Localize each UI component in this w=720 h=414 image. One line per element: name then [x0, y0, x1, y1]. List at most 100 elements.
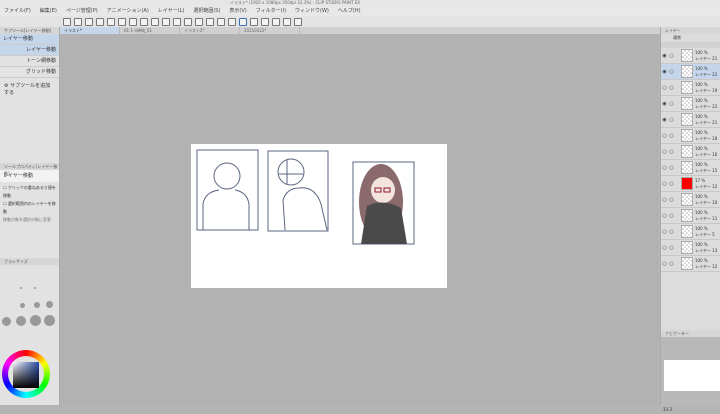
lock-toggle[interactable]: ○: [668, 245, 675, 251]
clear-icon[interactable]: [162, 17, 170, 26]
visibility-toggle[interactable]: ○: [661, 149, 668, 155]
lock-toggle[interactable]: ○: [668, 69, 675, 75]
subtool-group[interactable]: レイヤー移動: [0, 34, 59, 45]
visibility-toggle[interactable]: ○: [661, 229, 668, 235]
settings-icon[interactable]: [272, 17, 280, 26]
deselect-icon[interactable]: [206, 17, 214, 26]
undo-icon[interactable]: [140, 17, 148, 26]
lock-toggle[interactable]: ○: [668, 181, 675, 187]
layer-row[interactable]: ○ ○ 100 % レイヤー 18: [661, 128, 720, 144]
visibility-toggle[interactable]: ○: [661, 197, 668, 203]
layer-row[interactable]: ○ ○ 100 % レイヤー 13: [661, 240, 720, 256]
menu-window[interactable]: ウィンドウ(W): [295, 6, 329, 16]
color-picker-square[interactable]: [13, 362, 39, 388]
brush-size-grid[interactable]: [0, 265, 59, 343]
navigator-zoom[interactable]: 33.3: [661, 407, 720, 414]
crop-icon[interactable]: [195, 17, 203, 26]
subtool-tone-move[interactable]: トーン網移動: [0, 56, 59, 67]
canvas-paper[interactable]: [191, 144, 447, 288]
lock-toggle[interactable]: ○: [668, 117, 675, 123]
eye-icon[interactable]: ◉: [661, 69, 668, 75]
lock-toggle[interactable]: ○: [668, 149, 675, 155]
export-icon[interactable]: [107, 17, 115, 26]
tab-illustration2[interactable]: イラスト2*: [180, 27, 240, 34]
layer-row[interactable]: ○ ○ 100 % レイヤー 15: [661, 160, 720, 176]
export2-icon[interactable]: [118, 17, 126, 26]
subtool-layer-move[interactable]: レイヤー移動: [0, 45, 59, 56]
layer-row[interactable]: ○ ○ 100 % レイヤー 10: [661, 192, 720, 208]
border-icon[interactable]: [228, 17, 236, 26]
menu-view[interactable]: 表示(V): [229, 6, 246, 16]
layer-row[interactable]: ◉ ○ 100 % レイヤー 21: [661, 112, 720, 128]
layer-row[interactable]: ◉ ○ 100 % レイヤー 22: [661, 64, 720, 80]
layer-row[interactable]: ○ ○ 100 % レイヤー 12: [661, 256, 720, 272]
tab-20210322[interactable]: 20210322*: [240, 27, 300, 34]
visibility-toggle[interactable]: ○: [661, 245, 668, 251]
eye-icon[interactable]: ◉: [661, 53, 668, 59]
brush-dot[interactable]: [30, 315, 41, 326]
save-icon[interactable]: [96, 17, 104, 26]
brush-dot[interactable]: [44, 315, 55, 326]
option-target-change[interactable]: 移動対象を選択対象に変更: [3, 216, 56, 224]
layer-row[interactable]: ○ ○ 100 % レイヤー 11: [661, 208, 720, 224]
companion-icon[interactable]: [294, 17, 302, 26]
new-icon[interactable]: [74, 17, 82, 26]
lock-toggle[interactable]: ○: [668, 229, 675, 235]
blend-mode-select[interactable]: 通常: [661, 34, 720, 42]
visibility-toggle[interactable]: ○: [661, 181, 668, 187]
menu-file[interactable]: ファイル(F): [4, 6, 31, 16]
redo-icon[interactable]: [151, 17, 159, 26]
export3-icon[interactable]: [129, 17, 137, 26]
lock-toggle[interactable]: ○: [668, 133, 675, 139]
option-selection-move[interactable]: ☐ 選択範囲内のレイヤーを移動: [3, 200, 56, 216]
option-click-move[interactable]: ☐ クリックの重ねあるり値を移動: [3, 184, 56, 200]
menu-page[interactable]: ページ管理(P): [66, 6, 98, 16]
brush-dot[interactable]: [34, 287, 36, 289]
menu-edit[interactable]: 編集(E): [40, 6, 57, 16]
device-icon[interactable]: [283, 17, 291, 26]
visibility-toggle[interactable]: ○: [661, 85, 668, 91]
layer-row[interactable]: ◉ ○ 100 % レイヤー 21: [661, 48, 720, 64]
brush-dot[interactable]: [20, 287, 22, 289]
lock-toggle[interactable]: ○: [668, 101, 675, 107]
snap-ruler-icon[interactable]: [239, 17, 247, 26]
open-icon[interactable]: [85, 17, 93, 26]
layer-row[interactable]: ○ ○ 100 % レイヤー 16: [661, 144, 720, 160]
tab-01[interactable]: 01-1-a単純_01: [120, 27, 180, 34]
subtool-grid-move[interactable]: グリッド移動: [0, 67, 59, 78]
menu-animation[interactable]: アニメーション(A): [107, 6, 149, 16]
brush-dot[interactable]: [2, 317, 11, 326]
brush-dot[interactable]: [34, 302, 40, 308]
layer-row[interactable]: ○ ○ 100 % レイヤー 5: [661, 224, 720, 240]
fill-icon[interactable]: [173, 17, 181, 26]
layer-row[interactable]: ○ ○ 100 % レイヤー 19: [661, 80, 720, 96]
lock-toggle[interactable]: ○: [668, 85, 675, 91]
eye-icon[interactable]: ◉: [661, 117, 668, 123]
brush-dot[interactable]: [46, 301, 53, 308]
snap-special-icon[interactable]: [250, 17, 258, 26]
layer-row[interactable]: ○ ○ 17 % レイヤー 12: [661, 176, 720, 192]
lock-toggle[interactable]: ○: [668, 261, 675, 267]
transform-icon[interactable]: [184, 17, 192, 26]
lock-toggle[interactable]: ○: [668, 197, 675, 203]
lock-toggle[interactable]: ○: [668, 213, 675, 219]
brush-dot[interactable]: [16, 316, 26, 326]
invert-icon[interactable]: [217, 17, 225, 26]
visibility-toggle[interactable]: ○: [661, 213, 668, 219]
lock-toggle[interactable]: ○: [668, 53, 675, 59]
menu-filter[interactable]: フィルター(I): [256, 6, 286, 16]
layer-row[interactable]: ◉ ○ 100 % レイヤー 22: [661, 96, 720, 112]
menu-selection[interactable]: 選択範囲(S): [193, 6, 220, 16]
menu-help[interactable]: ヘルプ(H): [338, 6, 361, 16]
visibility-toggle[interactable]: ○: [661, 133, 668, 139]
menu-layer[interactable]: レイヤー(L): [158, 6, 185, 16]
visibility-toggle[interactable]: ○: [661, 261, 668, 267]
brush-dot[interactable]: [20, 303, 25, 308]
tab-illustration[interactable]: イラスト*: [60, 27, 120, 34]
snap-grid-icon[interactable]: [261, 17, 269, 26]
navigator-preview[interactable]: [661, 337, 720, 407]
eye-icon[interactable]: ◉: [661, 101, 668, 107]
add-subtool-button[interactable]: ⚙ サブツールを追加する: [0, 78, 59, 100]
lock-toggle[interactable]: ○: [668, 165, 675, 171]
visibility-toggle[interactable]: ○: [661, 165, 668, 171]
